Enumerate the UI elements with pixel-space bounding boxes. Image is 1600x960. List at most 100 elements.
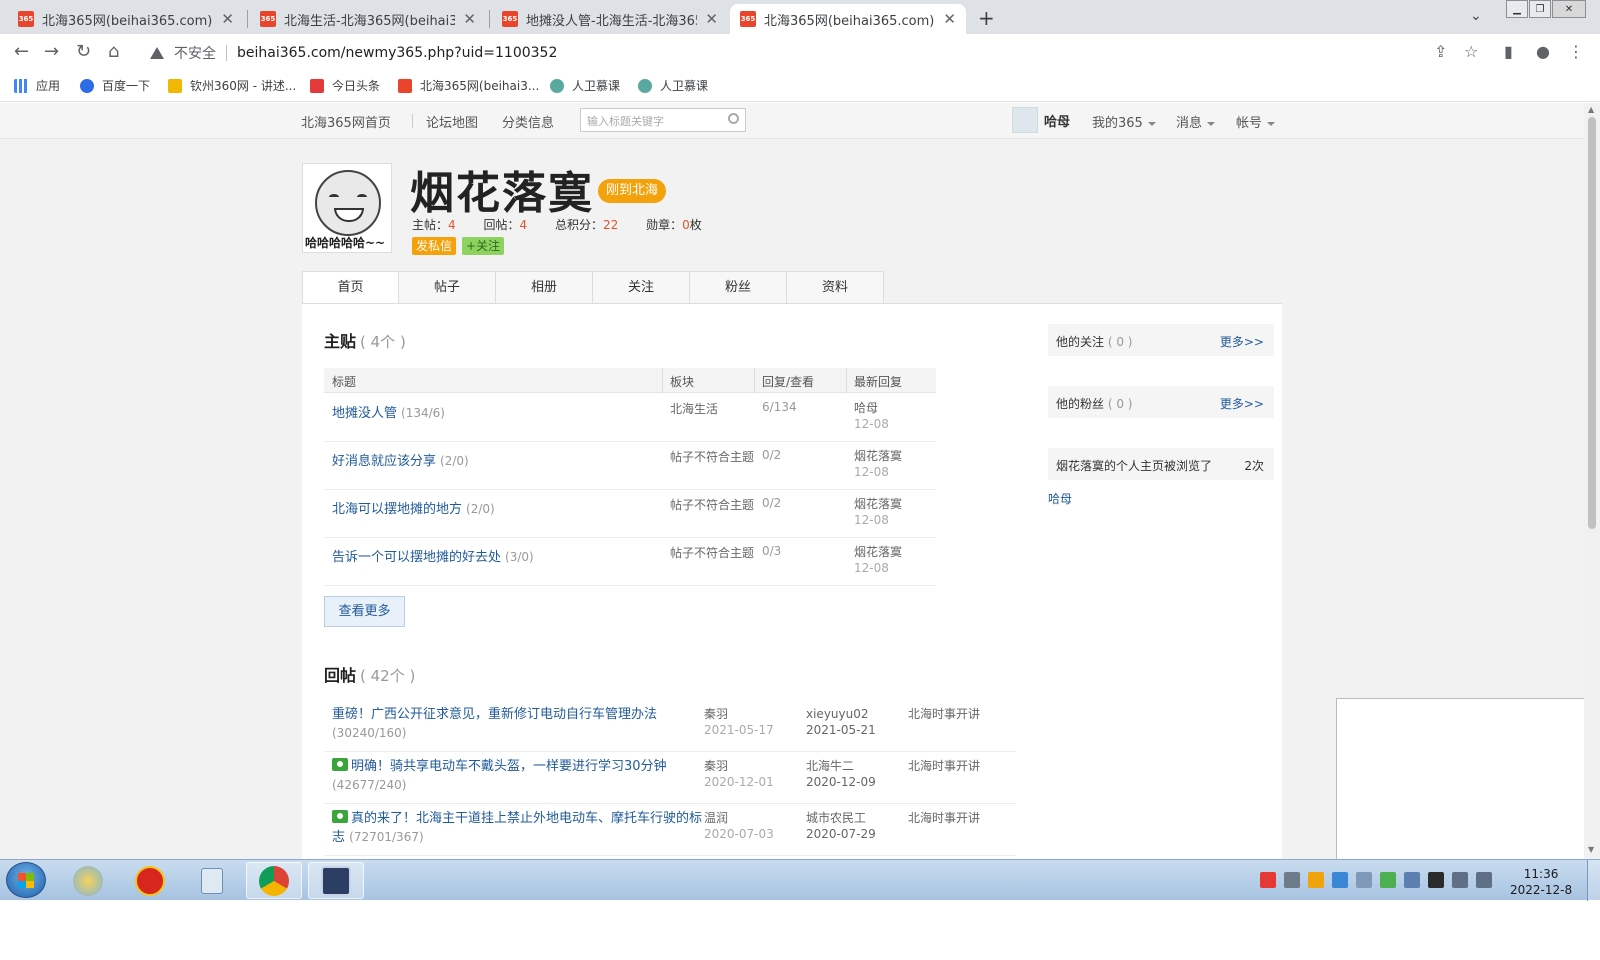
scroll-thumb[interactable] [1588, 117, 1596, 529]
tab-close-icon[interactable]: ✕ [943, 10, 956, 28]
reply-board: 北海时事开讲 [908, 759, 981, 773]
tab-posts[interactable]: 帖子 [399, 271, 496, 304]
follow-button[interactable]: +关注 [462, 237, 505, 255]
profile-avatar[interactable]: 哈哈哈哈哈~~ [302, 163, 392, 253]
taskbar-app-chrome[interactable] [246, 862, 302, 899]
tab-close-icon[interactable]: ✕ [705, 10, 718, 28]
reload-icon[interactable]: ↻ [76, 41, 91, 62]
bookmark-item[interactable]: 百度一下 [80, 77, 150, 94]
taskbar-app-b[interactable] [122, 862, 178, 899]
thread-title-link[interactable]: 北海可以摆地摊的地方 (2/0) [332, 498, 495, 517]
menu-kebab-icon[interactable]: ⋮ [1568, 42, 1584, 61]
volume-icon[interactable] [1452, 872, 1468, 888]
thread-title-link[interactable]: 告诉一个可以摆地摊的好去处 (3/0) [332, 546, 534, 565]
taskbar-app-snip[interactable] [308, 862, 364, 899]
url-text[interactable]: beihai365.com/newmy365.php?uid=1100352 [237, 45, 557, 61]
profile-stats: 主帖：4 回帖：4 总积分：22 勋章：0枚 [412, 216, 726, 233]
browser-tab[interactable]: 365 地摊没人管-北海生活-北海365网 ✕ [492, 4, 728, 34]
table-row: 告诉一个可以摆地摊的好去处 (3/0) 帖子不符合主题 0/3 烟花落寞 12-08 [324, 538, 936, 586]
bookmark-item[interactable]: 人卫慕课 [638, 77, 708, 94]
taskbar-app-paint[interactable] [60, 862, 116, 899]
flag-icon[interactable] [1428, 872, 1444, 888]
fans-more-link[interactable]: 更多>> [1220, 395, 1264, 412]
menu-account[interactable]: 帐号 [1236, 112, 1276, 131]
new-tab-icon[interactable]: + [978, 6, 995, 30]
scroll-up-icon[interactable]: ▲ [1588, 105, 1594, 114]
paint-palette-icon [73, 865, 103, 896]
reply-thread-link[interactable]: 真的来了！北海主干道挂上禁止外地电动车、摩托车行驶的标志 (72701/367) [332, 810, 702, 847]
nav-forum-map-link[interactable]: 论坛地图 [426, 112, 478, 131]
current-user[interactable]: 哈母 [1012, 107, 1070, 133]
network-app-icon[interactable] [1332, 872, 1348, 888]
tab-close-icon[interactable]: ✕ [463, 10, 476, 28]
bookmark-item[interactable]: 人卫慕课 [550, 77, 620, 94]
browser-tab[interactable]: 365 北海365网(beihai365.com) - 北海 ✕ [8, 4, 244, 34]
address-bar[interactable]: 不安全 beihai365.com/newmy365.php?uid=11003… [150, 43, 557, 63]
home-icon[interactable]: ⌂ [108, 41, 119, 62]
send-message-button[interactable]: 发私信 [412, 237, 457, 255]
antivirus-icon[interactable] [1380, 872, 1396, 888]
display-icon[interactable] [1476, 872, 1492, 888]
browser-tab-active[interactable]: 365 北海365网(beihai365.com) ✕ [730, 4, 966, 34]
side-panel-icon[interactable]: ▮ [1504, 42, 1513, 61]
sogou-input-icon[interactable] [1260, 872, 1276, 888]
tab-title: 北海365网(beihai365.com) - 北海 [42, 13, 213, 29]
forward-icon[interactable]: → [44, 41, 59, 62]
tab-profile-info[interactable]: 资料 [787, 271, 884, 304]
url-divider [226, 45, 227, 61]
search-input[interactable]: 输入标题关键字 [580, 108, 746, 132]
usb-icon[interactable] [1404, 872, 1420, 888]
scroll-down-icon[interactable]: ▼ [1588, 845, 1594, 854]
nav-home-link[interactable]: 北海365网首页 [301, 112, 391, 131]
start-button[interactable] [6, 862, 46, 898]
site-top-nav: 北海365网首页 论坛地图 分类信息 输入标题关键字 哈母 我的365 消息 帐… [0, 103, 1584, 139]
site-favicon-icon [398, 78, 412, 93]
reply-thread-link[interactable]: 明确！骑共享电动车不戴头盔，一样要进行学习30分钟 (42677/240) [332, 758, 702, 795]
stat-replies: 回帖：4 [483, 218, 528, 232]
security-label: 不安全 [174, 46, 216, 62]
reply-thread-link[interactable]: 重磅！广西公开征求意见，重新修订电动自行车管理办法 (30240/160) [332, 706, 702, 743]
tab-album[interactable]: 相册 [496, 271, 593, 304]
baidu-paw-icon [80, 78, 94, 93]
list-item: 重磅！广西公开征求意见，重新修订电动自行车管理办法 (30240/160) 秦羽… [324, 700, 1016, 752]
minimize-icon[interactable]: ▁ [1506, 0, 1528, 18]
bookmark-apps[interactable]: 应用 [14, 77, 60, 94]
taskbar-app-calculator[interactable] [184, 862, 240, 899]
nav-classifieds-link[interactable]: 分类信息 [502, 112, 554, 131]
threads-table-header: 标题 板块 回复/查看 最新回复 [324, 368, 936, 393]
page-viewport: 北海365网首页 论坛地图 分类信息 输入标题关键字 哈母 我的365 消息 帐… [0, 103, 1584, 859]
rss-icon[interactable] [1356, 872, 1372, 888]
keyboard-icon[interactable] [1284, 872, 1300, 888]
tab-following[interactable]: 关注 [593, 271, 690, 304]
bookmark-star-icon[interactable]: ☆ [1464, 42, 1478, 61]
warning-icon [150, 47, 164, 59]
thread-title-link[interactable]: 地摊没人管 (134/6) [332, 402, 445, 421]
tab-close-icon[interactable]: ✕ [221, 10, 234, 28]
tab-home[interactable]: 首页 [302, 271, 399, 304]
security-shield-icon[interactable] [1308, 872, 1324, 888]
bookmark-item[interactable]: 今日头条 [310, 77, 380, 94]
system-tray [1260, 872, 1492, 888]
camera-icon [332, 810, 348, 823]
bookmark-item[interactable]: 北海365网(beihai3... [398, 77, 539, 94]
menu-my365[interactable]: 我的365 [1092, 112, 1156, 131]
menu-messages[interactable]: 消息 [1176, 112, 1216, 131]
show-desktop-button[interactable] [1587, 860, 1600, 901]
view-more-button[interactable]: 查看更多 [324, 596, 405, 627]
visitor-link[interactable]: 哈母 [1048, 490, 1072, 507]
following-more-link[interactable]: 更多>> [1220, 333, 1264, 350]
back-icon[interactable]: ← [14, 41, 29, 62]
thread-title-link[interactable]: 好消息就应该分享 (2/0) [332, 450, 469, 469]
tab-search-chevron-icon[interactable]: ⌄ [1470, 8, 1482, 24]
search-icon[interactable] [728, 113, 739, 124]
bookmark-item[interactable]: 钦州360网 - 讲述... [168, 77, 296, 94]
close-window-icon[interactable]: ✕ [1552, 0, 1586, 18]
profile-icon[interactable]: ● [1536, 42, 1550, 61]
share-icon[interactable]: ⇪ [1434, 42, 1447, 61]
page-scrollbar[interactable]: ▲ ▼ [1584, 103, 1600, 859]
profile-content: 主贴( 4个 ) 标题 板块 回复/查看 最新回复 地摊没人管 (134/6) 北… [302, 303, 1282, 859]
tab-fans[interactable]: 粉丝 [690, 271, 787, 304]
system-clock[interactable]: 11:36 2022-12-8 [1510, 866, 1572, 898]
restore-icon[interactable]: ❐ [1529, 0, 1551, 18]
browser-tab[interactable]: 365 北海生活-北海365网(beihai365 ✕ [250, 4, 486, 34]
